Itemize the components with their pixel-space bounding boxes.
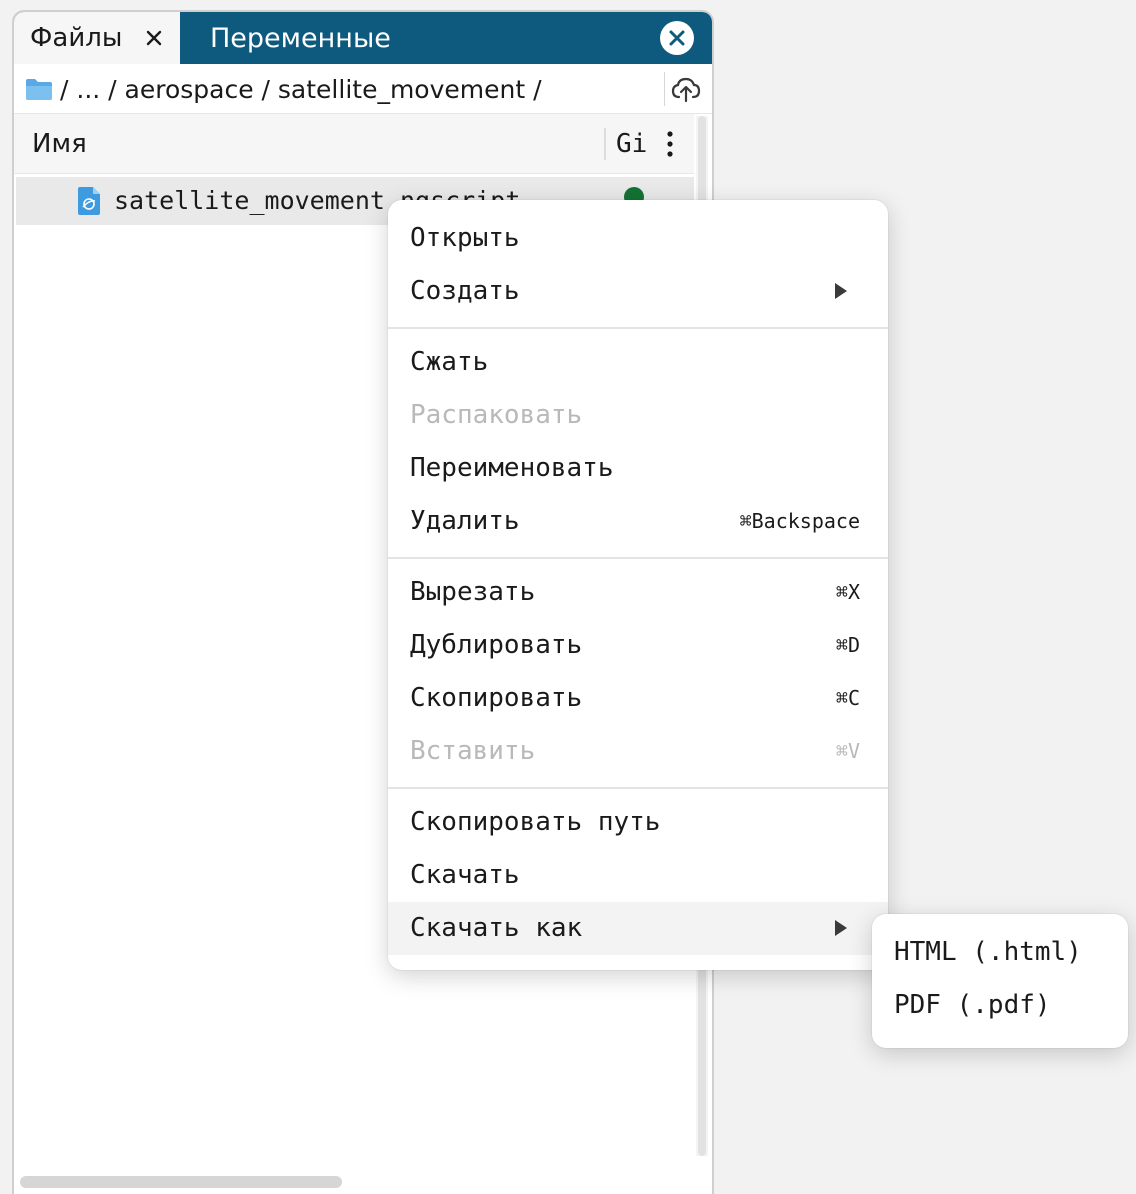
menu-item-download-pdf[interactable]: PDF (.pdf) xyxy=(872,979,1128,1032)
menu-item-rename[interactable]: Переименовать xyxy=(388,442,888,495)
menu-item-compress[interactable]: Сжать xyxy=(388,336,888,389)
column-git[interactable]: Gi xyxy=(616,114,647,174)
shortcut-label: ⌘D xyxy=(835,633,860,657)
column-name[interactable]: Имя xyxy=(32,114,87,174)
menu-item-label: Распаковать xyxy=(410,400,583,430)
menu-item-label: Скопировать путь xyxy=(410,807,661,837)
more-vertical-icon[interactable] xyxy=(658,128,682,160)
menu-separator xyxy=(388,557,888,559)
close-icon xyxy=(669,30,685,46)
chevron-right-icon xyxy=(835,283,847,299)
menu-item-download-as[interactable]: Скачать как xyxy=(388,902,888,955)
breadcrumb: / ... / aerospace / satellite_movement / xyxy=(14,64,712,114)
menu-item-label: Открыть xyxy=(410,223,520,253)
close-panel-button[interactable] xyxy=(660,21,694,55)
shortcut-label: ⌘C xyxy=(835,686,860,710)
tab-files[interactable]: Файлы xyxy=(14,12,180,64)
menu-item-copy[interactable]: Скопировать ⌘C xyxy=(388,672,888,725)
context-menu: Открыть Создать Сжать Распаковать Переим… xyxy=(388,200,888,970)
menu-item-label: Скачать как xyxy=(410,913,583,943)
tab-files-label: Файлы xyxy=(30,23,123,53)
tab-bar: Файлы Переменные xyxy=(14,12,712,64)
menu-item-label: Скопировать xyxy=(410,683,583,713)
menu-item-label: Сжать xyxy=(410,347,489,377)
menu-item-label: Создать xyxy=(410,276,520,306)
menu-item-label: HTML (.html) xyxy=(894,937,1082,967)
tab-variables[interactable]: Переменные xyxy=(210,12,391,64)
column-header: Имя Gi xyxy=(14,114,694,174)
menu-item-download-html[interactable]: HTML (.html) xyxy=(872,926,1128,979)
download-as-submenu: HTML (.html) PDF (.pdf) xyxy=(872,914,1128,1048)
menu-item-create[interactable]: Создать xyxy=(388,265,888,318)
divider xyxy=(664,72,665,106)
upload-cloud-icon[interactable] xyxy=(670,73,702,105)
horizontal-scrollbar[interactable] xyxy=(20,1176,342,1188)
folder-icon[interactable] xyxy=(24,74,54,104)
menu-item-download[interactable]: Скачать xyxy=(388,849,888,902)
menu-item-label: Вырезать xyxy=(410,577,536,607)
column-resize-handle[interactable] xyxy=(604,128,606,160)
notebook-file-icon xyxy=(78,187,100,215)
menu-item-label: Вставить xyxy=(410,736,536,766)
shortcut-label: ⌘X xyxy=(835,580,860,604)
menu-item-paste: Вставить ⌘V xyxy=(388,725,888,778)
menu-item-label: Удалить xyxy=(410,506,520,536)
tab-variables-label: Переменные xyxy=(210,22,391,54)
menu-item-copy-path[interactable]: Скопировать путь xyxy=(388,796,888,849)
menu-item-label: Дублировать xyxy=(410,630,583,660)
shortcut-label: ⌘Backspace xyxy=(739,509,860,533)
menu-item-open[interactable]: Открыть xyxy=(388,212,888,265)
chevron-right-icon xyxy=(835,920,847,936)
menu-item-extract: Распаковать xyxy=(388,389,888,442)
menu-item-label: Переименовать xyxy=(410,453,614,483)
close-icon[interactable] xyxy=(140,24,168,52)
menu-separator xyxy=(388,327,888,329)
shortcut-label: ⌘V xyxy=(835,739,860,763)
menu-item-delete[interactable]: Удалить ⌘Backspace xyxy=(388,495,888,548)
jupyter-file-browser: Файлы Переменные / ... / aerospace / sat… xyxy=(0,0,1136,1194)
menu-item-cut[interactable]: Вырезать ⌘X xyxy=(388,566,888,619)
menu-item-label: PDF (.pdf) xyxy=(894,990,1051,1020)
menu-item-label: Скачать xyxy=(410,860,520,890)
menu-separator xyxy=(388,787,888,789)
breadcrumb-path[interactable]: / ... / aerospace / satellite_movement / xyxy=(60,64,542,114)
menu-item-duplicate[interactable]: Дублировать ⌘D xyxy=(388,619,888,672)
